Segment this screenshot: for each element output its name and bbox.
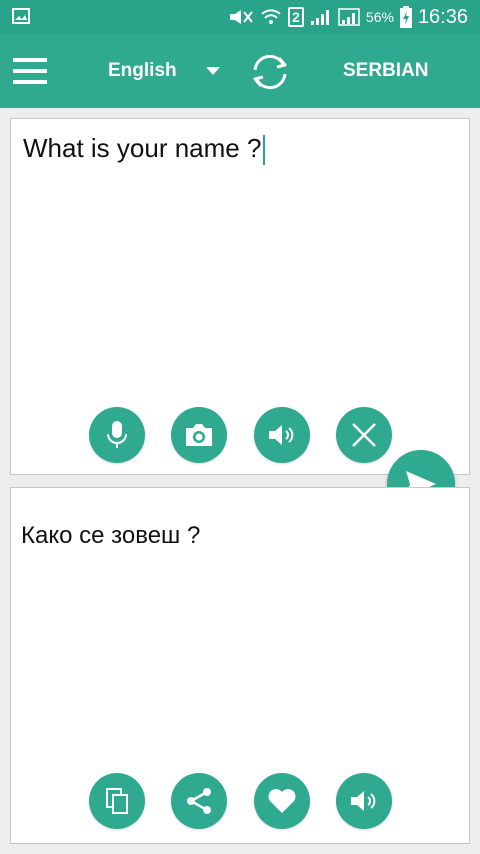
speak-input-button[interactable] xyxy=(254,407,310,463)
share-icon xyxy=(187,788,211,814)
battery-percent: 56% xyxy=(365,9,394,25)
status-bar: 2 56% 16:36 xyxy=(0,0,480,34)
speak-output-button[interactable] xyxy=(336,773,392,829)
source-language-selector[interactable]: English xyxy=(108,34,177,108)
input-text-field[interactable]: What is your name ? xyxy=(23,133,266,166)
signal-icon-sim2 xyxy=(338,8,360,26)
copy-icon xyxy=(106,788,128,814)
source-language-label: English xyxy=(108,60,177,81)
input-text-value: What is your name ? xyxy=(23,133,262,163)
chevron-down-icon[interactable] xyxy=(206,67,220,75)
gallery-notification-icon xyxy=(12,8,30,24)
close-icon xyxy=(352,423,376,447)
output-text: Како се зовеш ? xyxy=(21,522,201,549)
clear-button[interactable] xyxy=(336,407,392,463)
sim-badge: 2 xyxy=(287,7,304,27)
favorite-button[interactable] xyxy=(254,773,310,829)
text-cursor xyxy=(263,135,266,166)
speaker-icon xyxy=(351,791,376,811)
camera-button[interactable] xyxy=(171,407,227,463)
swap-languages-icon[interactable] xyxy=(246,48,294,96)
menu-icon[interactable] xyxy=(13,58,47,84)
target-language-selector[interactable]: SERBIAN xyxy=(343,34,429,108)
microphone-button[interactable] xyxy=(89,407,145,463)
target-language-label: SERBIAN xyxy=(343,60,429,81)
share-button[interactable] xyxy=(171,773,227,829)
output-panel: Како се зовеш ? xyxy=(10,487,470,844)
copy-button[interactable] xyxy=(89,773,145,829)
input-panel: What is your name ? xyxy=(10,118,470,475)
signal-icon-sim1 xyxy=(310,10,329,25)
speaker-icon xyxy=(269,425,294,445)
heart-icon xyxy=(268,789,296,813)
wifi-icon xyxy=(261,9,281,24)
status-right-group: 2 56% 16:36 xyxy=(228,0,468,34)
status-clock: 16:36 xyxy=(417,5,468,28)
battery-charging-icon xyxy=(399,6,412,28)
microphone-icon xyxy=(107,421,127,448)
camera-icon xyxy=(186,424,212,446)
mute-icon xyxy=(229,10,253,24)
app-toolbar: English SERBIAN xyxy=(0,34,480,108)
